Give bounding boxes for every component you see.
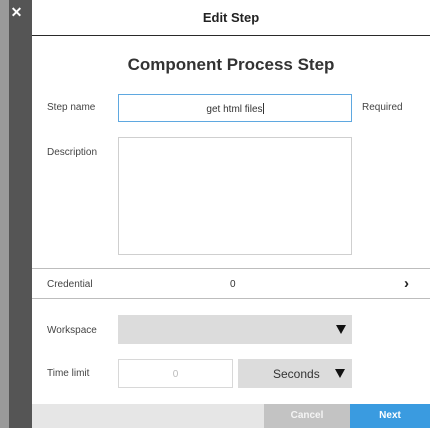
dialog-footer: Cancel Next: [32, 404, 430, 428]
section-title: Component Process Step: [127, 55, 335, 74]
workspace-label: Workspace: [47, 325, 97, 336]
step-name-input[interactable]: get html files: [118, 94, 352, 122]
close-icon[interactable]: ✕: [10, 5, 23, 19]
left-edge-bar: [0, 0, 9, 428]
step-name-value: get html files: [206, 104, 263, 115]
edit-step-dialog: Edit Step Component Process Step Step na…: [32, 0, 430, 428]
required-hint: Required: [362, 102, 403, 113]
next-button[interactable]: Next: [350, 404, 430, 428]
time-unit-select[interactable]: Seconds: [238, 359, 352, 388]
step-name-label: Step name: [47, 102, 96, 113]
close-strip: [9, 0, 32, 428]
description-textarea[interactable]: [118, 137, 352, 255]
chevron-down-icon: [336, 325, 346, 334]
workspace-select[interactable]: [118, 315, 352, 344]
time-limit-input[interactable]: 0: [118, 359, 233, 388]
time-limit-label: Time limit: [47, 368, 90, 379]
text-caret: [262, 103, 264, 114]
credential-value[interactable]: 0: [230, 279, 236, 290]
divider: [32, 298, 430, 299]
time-unit-value: Seconds: [273, 367, 320, 381]
dialog-title: Edit Step: [202, 10, 260, 25]
chevron-down-icon: [335, 369, 345, 378]
description-label: Description: [47, 147, 98, 158]
divider: [32, 268, 430, 269]
credential-label: Credential: [47, 279, 93, 290]
chevron-right-icon[interactable]: ›: [404, 275, 409, 292]
dialog-header: Edit Step: [32, 0, 430, 36]
cancel-button[interactable]: Cancel: [264, 404, 350, 428]
